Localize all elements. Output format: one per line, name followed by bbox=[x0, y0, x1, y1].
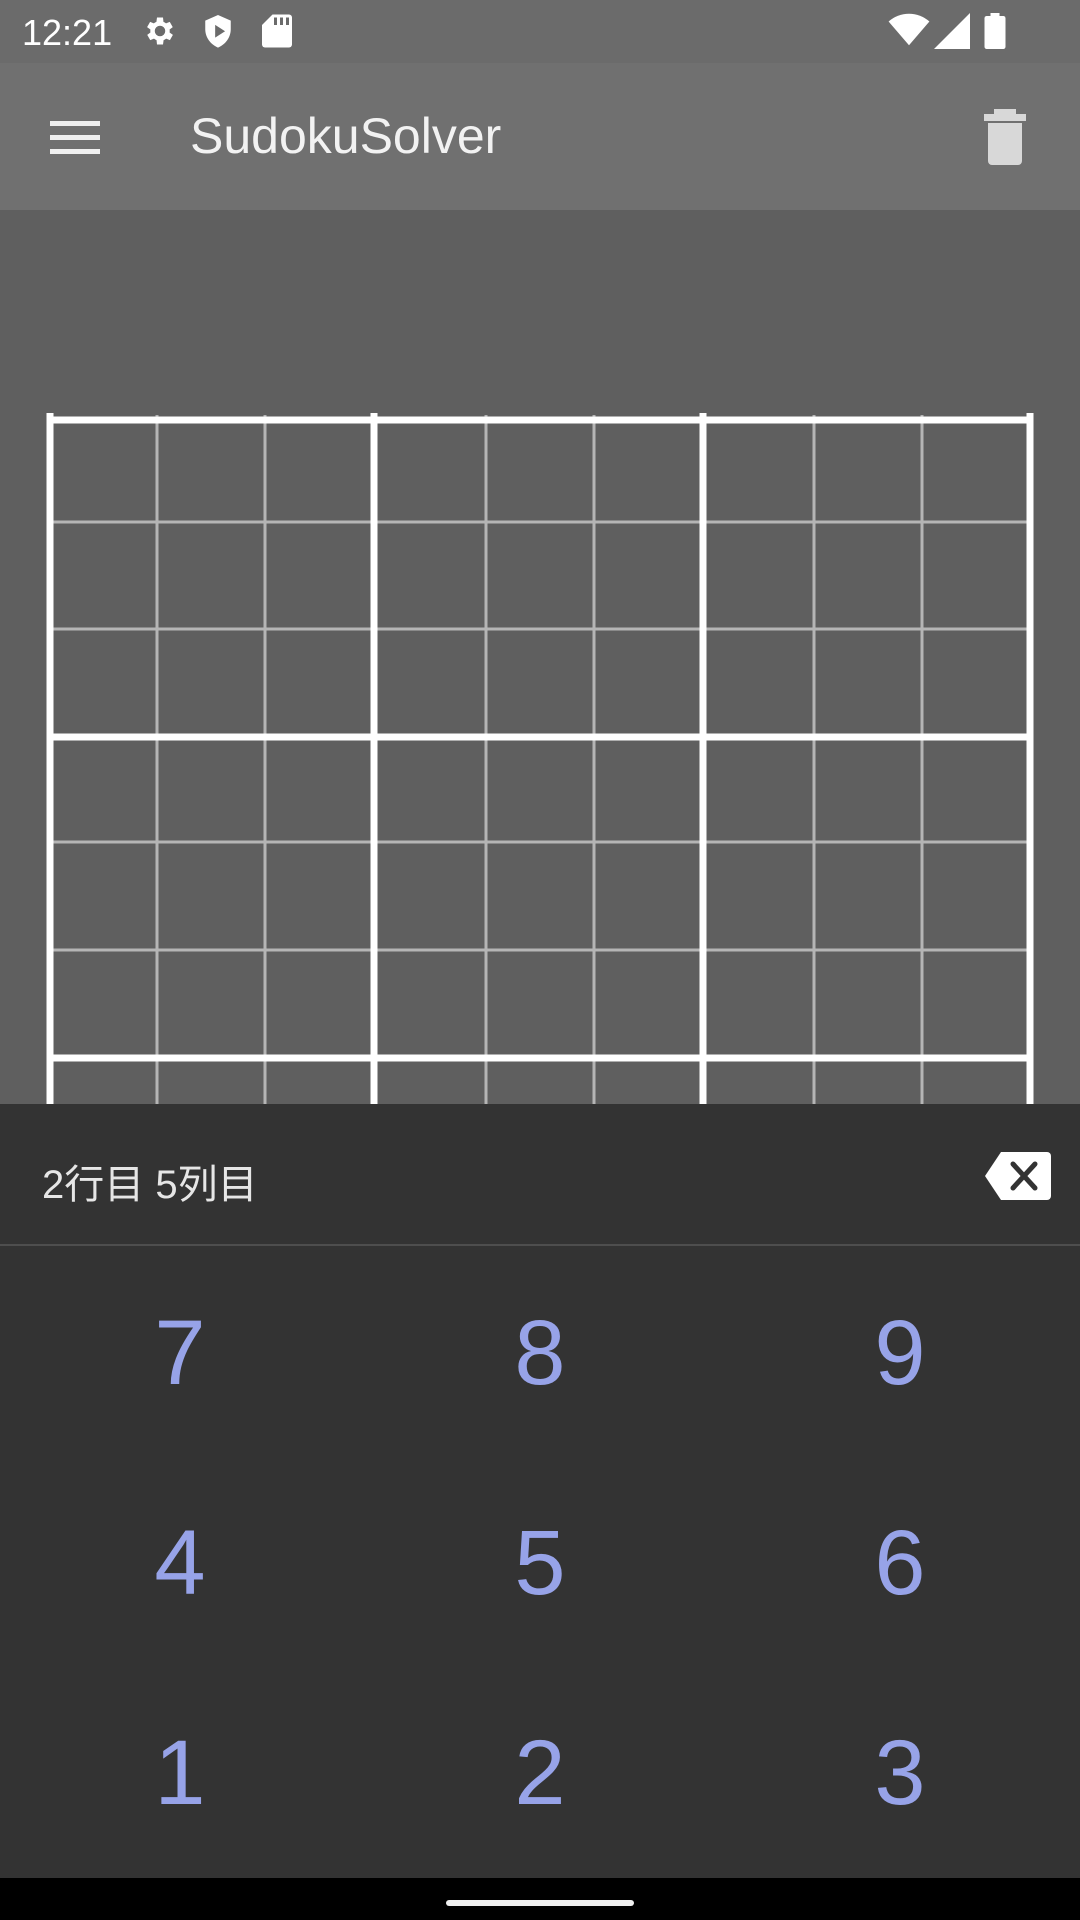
sd-card-icon bbox=[262, 14, 292, 48]
shield-icon bbox=[205, 15, 231, 48]
app-title: SudokuSolver bbox=[190, 108, 502, 164]
key-6[interactable]: 6 bbox=[720, 1458, 1080, 1668]
key-5[interactable]: 5 bbox=[360, 1458, 720, 1668]
home-gesture-handle[interactable] bbox=[446, 1900, 634, 1906]
backspace-icon[interactable] bbox=[985, 1152, 1051, 1200]
key-3[interactable]: 3 bbox=[720, 1668, 1080, 1878]
screen: 12:21 SudokuSolver 2行目 5列目 7 8 9 4 5 6 1… bbox=[0, 0, 1080, 1920]
status-time: 12:21 bbox=[22, 12, 113, 53]
key-8[interactable]: 8 bbox=[360, 1248, 720, 1458]
settings-icon bbox=[147, 17, 173, 45]
signal-icon bbox=[934, 13, 970, 49]
wifi-icon bbox=[888, 13, 930, 46]
keypad-header: 2行目 5列目 bbox=[0, 1104, 1080, 1246]
key-7[interactable]: 7 bbox=[0, 1248, 360, 1458]
number-keypad: 2行目 5列目 7 8 9 4 5 6 1 2 3 bbox=[0, 1104, 1080, 1878]
board-area bbox=[0, 210, 1080, 1104]
battery-icon bbox=[984, 13, 1006, 49]
key-2[interactable]: 2 bbox=[360, 1668, 720, 1878]
status-bar: 12:21 bbox=[0, 0, 1080, 63]
navigation-bar bbox=[0, 1878, 1080, 1920]
key-4[interactable]: 4 bbox=[0, 1458, 360, 1668]
app-bar: SudokuSolver bbox=[0, 63, 1080, 210]
keypad-keys: 7 8 9 4 5 6 1 2 3 bbox=[0, 1248, 1080, 1878]
sudoku-board[interactable] bbox=[0, 210, 1080, 1104]
selected-cell-label: 2行目 5列目 bbox=[42, 1163, 258, 1207]
trash-icon[interactable] bbox=[980, 107, 1030, 167]
hamburger-menu-icon[interactable] bbox=[40, 113, 110, 163]
key-9[interactable]: 9 bbox=[720, 1248, 1080, 1458]
key-1[interactable]: 1 bbox=[0, 1668, 360, 1878]
